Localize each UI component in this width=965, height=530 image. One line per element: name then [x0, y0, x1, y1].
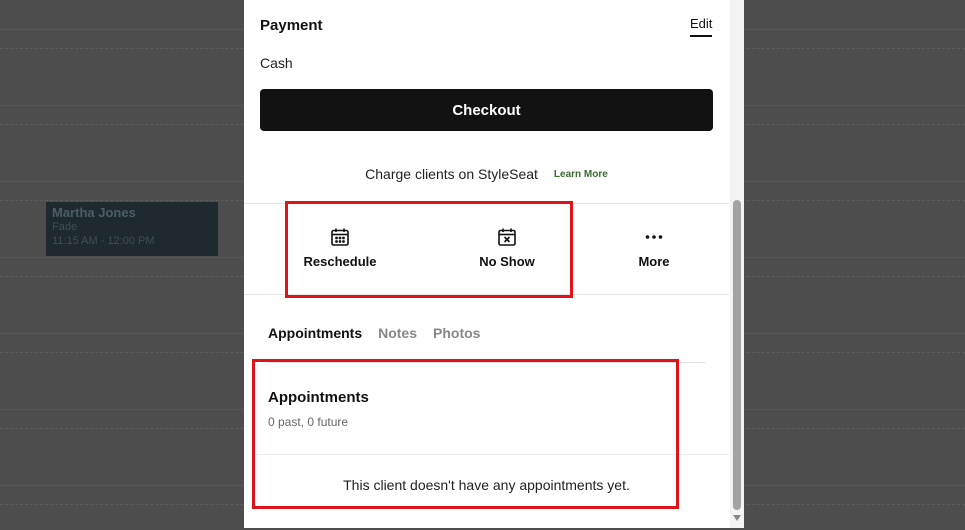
payment-method: Cash: [260, 55, 293, 71]
payment-title: Payment: [260, 17, 323, 34]
panel-scrollbar[interactable]: [730, 0, 744, 528]
event-service: Fade: [52, 221, 78, 233]
highlight-box-appointments: [252, 359, 679, 509]
event-time: 11:15 AM - 12:00 PM: [52, 235, 155, 247]
charge-promo: Charge clients on StyleSeat Learn More: [244, 166, 729, 182]
event-client-name: Martha Jones: [52, 205, 136, 220]
more-label: More: [638, 254, 670, 269]
learn-more-link[interactable]: Learn More: [554, 169, 608, 180]
more-button[interactable]: More: [594, 226, 714, 269]
tab-photos[interactable]: Photos: [433, 325, 480, 341]
client-tabs: Appointments Notes Photos: [268, 325, 480, 341]
scroll-down-arrow-icon[interactable]: [733, 515, 741, 521]
scrollbar-thumb[interactable]: [733, 200, 741, 510]
charge-promo-text: Charge clients on StyleSeat: [365, 166, 538, 182]
tab-appointments[interactable]: Appointments: [268, 325, 362, 341]
checkout-button[interactable]: Checkout: [260, 89, 713, 131]
calendar-event-card[interactable]: Martha Jones Fade 11:15 AM - 12:00 PM: [46, 202, 218, 256]
tab-notes[interactable]: Notes: [378, 325, 417, 341]
highlight-box-actions: [285, 201, 573, 298]
more-dots-icon: [643, 226, 665, 248]
payment-edit-link[interactable]: Edit: [690, 16, 713, 37]
